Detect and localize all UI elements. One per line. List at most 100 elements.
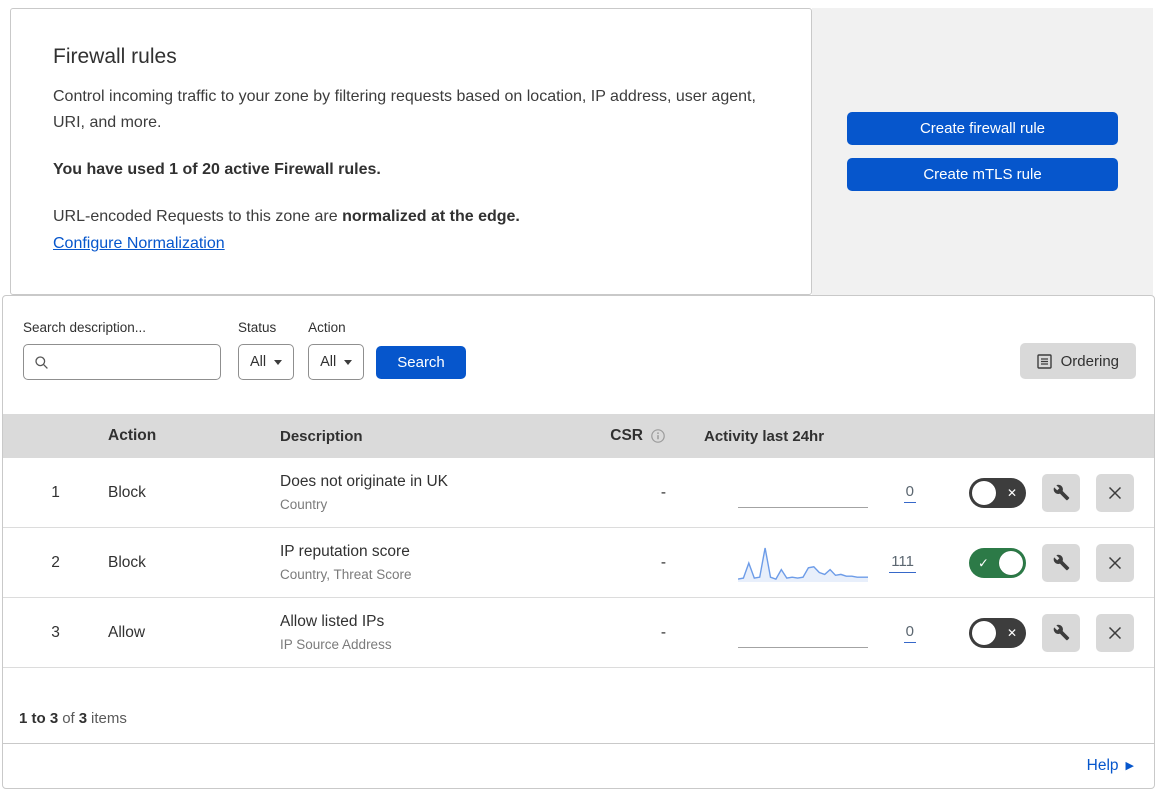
rule-description-title: Allow listed IPs bbox=[280, 613, 385, 630]
edit-rule-button[interactable] bbox=[1042, 473, 1080, 512]
wrench-icon bbox=[1053, 554, 1069, 571]
activity-flat-baseline bbox=[738, 614, 868, 652]
rule-csr-value: - bbox=[660, 553, 666, 571]
filter-bar: Search description... Status All Action … bbox=[3, 296, 1154, 414]
table-header: Action Description CSR Activity last 24h… bbox=[3, 414, 1154, 458]
activity-count-link[interactable]: 0 bbox=[903, 483, 916, 503]
edit-rule-button[interactable] bbox=[1042, 543, 1080, 582]
info-icon[interactable] bbox=[650, 428, 666, 444]
rule-controls: ✕ bbox=[926, 613, 1154, 652]
rule-controls: ✕ bbox=[926, 473, 1154, 512]
rule-action: Block bbox=[108, 553, 146, 571]
actions-panel: Create firewall rule Create mTLS rule bbox=[812, 8, 1153, 295]
column-header-action: Action bbox=[108, 427, 157, 444]
table-row: 2 Block IP reputation score Country, Thr… bbox=[3, 528, 1154, 598]
table-row: 1 Block Does not originate in UK Country… bbox=[3, 458, 1154, 528]
items-total: 3 bbox=[78, 710, 88, 727]
rule-criteria: IP Source Address bbox=[280, 637, 392, 652]
search-box[interactable] bbox=[23, 344, 221, 380]
items-range: 1 to 3 bbox=[19, 710, 59, 727]
items-label: items bbox=[91, 710, 127, 727]
rule-csr-value: - bbox=[660, 623, 666, 641]
rule-number: 1 bbox=[51, 483, 60, 501]
rule-activity: 0 bbox=[686, 614, 926, 652]
action-dropdown-value: All bbox=[320, 354, 337, 370]
status-dropdown[interactable]: All bbox=[238, 344, 295, 380]
delete-rule-button[interactable] bbox=[1096, 473, 1134, 512]
rule-number: 2 bbox=[51, 553, 60, 571]
toggle-knob bbox=[972, 620, 996, 645]
activity-sparkline bbox=[738, 547, 868, 582]
action-label: Action bbox=[308, 320, 346, 335]
search-input[interactable] bbox=[56, 354, 220, 370]
rule-number: 3 bbox=[51, 623, 60, 641]
activity-count-link[interactable]: 0 bbox=[903, 623, 916, 643]
status-filter-group: Status All bbox=[238, 320, 295, 380]
rule-enabled-toggle[interactable]: ✕ bbox=[969, 617, 1026, 648]
ordering-icon bbox=[1036, 353, 1052, 369]
items-of-label: of bbox=[62, 710, 75, 727]
rule-csr-value: - bbox=[660, 483, 666, 501]
ordering-button[interactable]: Ordering bbox=[1019, 343, 1136, 379]
rule-controls: ✓ bbox=[926, 543, 1154, 582]
search-icon bbox=[35, 355, 48, 369]
chevron-down-icon bbox=[274, 359, 283, 365]
toggle-off-x-icon: ✕ bbox=[1006, 625, 1017, 640]
normalization-note: URL-encoded Requests to this zone are no… bbox=[53, 208, 769, 226]
rule-enabled-toggle[interactable]: ✕ bbox=[969, 477, 1026, 508]
rule-description-title: Does not originate in UK bbox=[280, 473, 449, 490]
help-link[interactable]: Help ▶ bbox=[1087, 757, 1134, 775]
rule-enabled-toggle[interactable]: ✓ bbox=[969, 547, 1026, 578]
close-icon bbox=[1108, 626, 1122, 639]
search-button[interactable]: Search bbox=[376, 346, 466, 379]
table-row: 3 Allow Allow listed IPs IP Source Addre… bbox=[3, 598, 1154, 668]
activity-count-link[interactable]: 111 bbox=[889, 553, 916, 573]
help-row: Help ▶ bbox=[3, 744, 1154, 788]
page-header-section: Firewall rules Control incoming traffic … bbox=[10, 8, 1153, 295]
page-description: Control incoming traffic to your zone by… bbox=[53, 88, 756, 131]
column-header-activity: Activity last 24hr bbox=[704, 427, 825, 445]
column-header-description: Description bbox=[280, 427, 363, 445]
table-footer: 1 to 3 of 3 items bbox=[3, 668, 1154, 744]
toggle-on-check-icon: ✓ bbox=[978, 555, 989, 570]
help-label: Help bbox=[1086, 757, 1119, 774]
rule-action: Allow bbox=[108, 623, 146, 641]
configure-normalization-link[interactable]: Configure Normalization bbox=[53, 235, 225, 252]
rule-description: Does not originate in UK Country bbox=[280, 473, 546, 512]
delete-rule-button[interactable] bbox=[1096, 613, 1134, 652]
csr-header-label: CSR bbox=[610, 427, 643, 444]
intro-card: Firewall rules Control incoming traffic … bbox=[10, 8, 812, 295]
close-icon bbox=[1108, 556, 1122, 569]
rule-criteria: Country, Threat Score bbox=[280, 567, 412, 582]
rule-description: Allow listed IPs IP Source Address bbox=[280, 613, 546, 652]
status-dropdown-value: All bbox=[250, 354, 267, 370]
usage-summary: You have used 1 of 20 active Firewall ru… bbox=[53, 161, 381, 178]
rule-description-title: IP reputation score bbox=[280, 543, 410, 560]
wrench-icon bbox=[1053, 624, 1069, 641]
wrench-icon bbox=[1053, 484, 1069, 501]
arrow-right-icon: ▶ bbox=[1125, 759, 1134, 772]
page-title: Firewall rules bbox=[53, 45, 177, 68]
create-firewall-rule-button[interactable]: Create firewall rule bbox=[847, 112, 1118, 145]
search-description-label: Search description... bbox=[23, 320, 147, 335]
action-dropdown[interactable]: All bbox=[308, 344, 365, 380]
search-filter-group: Search description... bbox=[23, 320, 221, 380]
ordering-button-label: Ordering bbox=[1060, 352, 1119, 370]
normalization-note-bold: normalized at the edge. bbox=[342, 208, 520, 225]
rule-activity: 0 bbox=[686, 474, 926, 512]
toggle-knob bbox=[972, 480, 996, 505]
activity-flat-baseline bbox=[738, 474, 868, 512]
rule-description: IP reputation score Country, Threat Scor… bbox=[280, 543, 546, 582]
rules-list-card: Search description... Status All Action … bbox=[2, 295, 1155, 789]
status-label: Status bbox=[238, 320, 277, 335]
delete-rule-button[interactable] bbox=[1096, 543, 1134, 582]
edit-rule-button[interactable] bbox=[1042, 613, 1080, 652]
create-mtls-rule-button[interactable]: Create mTLS rule bbox=[847, 158, 1118, 191]
rule-action: Block bbox=[108, 483, 146, 501]
column-header-csr: CSR bbox=[546, 427, 686, 445]
close-icon bbox=[1108, 486, 1122, 499]
normalization-note-text: URL-encoded Requests to this zone are bbox=[53, 208, 343, 225]
action-filter-group: Action All bbox=[308, 320, 365, 380]
toggle-knob bbox=[999, 550, 1023, 575]
toggle-off-x-icon: ✕ bbox=[1006, 485, 1017, 500]
